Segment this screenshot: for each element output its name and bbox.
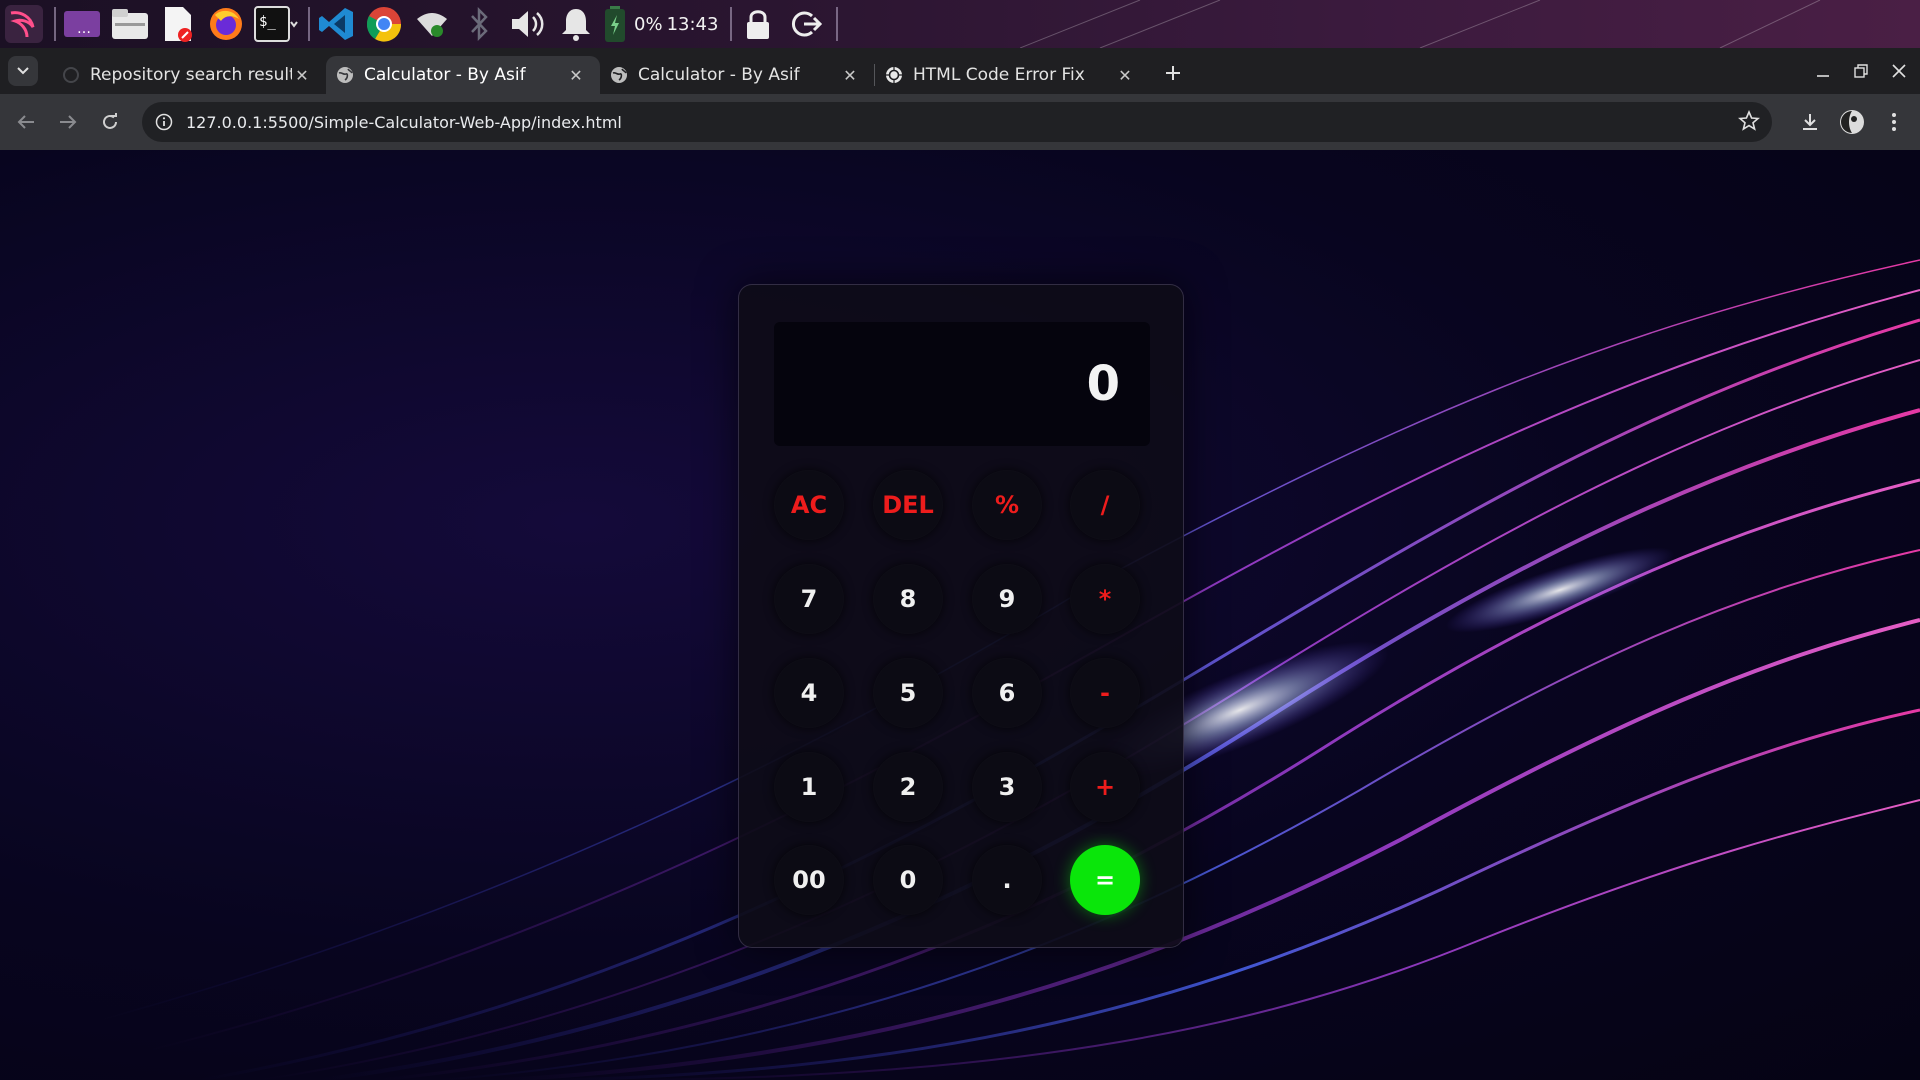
arrow-left-icon: [17, 115, 34, 129]
taskbar-separator: [836, 7, 839, 41]
kali-menu-icon[interactable]: [2, 2, 46, 46]
star-icon: [1738, 109, 1760, 131]
double-zero-button[interactable]: 00: [774, 845, 844, 915]
profile-button[interactable]: [1832, 102, 1872, 142]
text-editor-icon[interactable]: [156, 2, 200, 46]
reload-button[interactable]: [90, 102, 130, 142]
svg-text:$_: $_: [259, 14, 276, 30]
close-icon: [1892, 64, 1906, 78]
logout-icon[interactable]: [784, 2, 828, 46]
browser-toolbar: 127.0.0.1:5500/Simple-Calculator-Web-App…: [0, 94, 1920, 150]
digit-0-button[interactable]: 0: [873, 845, 943, 915]
tab-title: Repository search results: [90, 65, 292, 85]
digit-9-button[interactable]: 9: [972, 564, 1042, 634]
back-button[interactable]: [6, 102, 46, 142]
digit-6-button[interactable]: 6: [972, 658, 1042, 728]
bluetooth-icon[interactable]: [458, 2, 502, 46]
download-icon: [1803, 114, 1817, 130]
decimal-button[interactable]: .: [972, 845, 1042, 915]
chevron-down-icon: [17, 67, 29, 75]
subtract-button[interactable]: -: [1070, 658, 1140, 728]
tab-calculator-active[interactable]: Calculator - By Asif ✕: [326, 56, 600, 94]
url-text[interactable]: 127.0.0.1:5500/Simple-Calculator-Web-App…: [186, 113, 622, 132]
taskbar-separator: [308, 7, 310, 41]
tab-search-button[interactable]: [8, 56, 38, 86]
wifi-icon[interactable]: [410, 2, 454, 46]
taskbar-separator: [54, 7, 56, 41]
firefox-icon[interactable]: [204, 2, 248, 46]
system-taskbar: … $_ 0% 13:43: [0, 0, 1920, 48]
tab-repository-search[interactable]: Repository search results ✕: [52, 56, 326, 94]
clear-all-button[interactable]: AC: [774, 470, 844, 540]
avatar: [1840, 110, 1864, 134]
tab-html-code-error-fix[interactable]: HTML Code Error Fix ✕: [875, 56, 1149, 94]
lock-screen-icon[interactable]: [736, 2, 780, 46]
close-tab-icon[interactable]: ✕: [840, 65, 860, 85]
forward-button[interactable]: [48, 102, 88, 142]
minimize-window-button[interactable]: [1804, 48, 1842, 94]
address-bar[interactable]: 127.0.0.1:5500/Simple-Calculator-Web-App…: [142, 102, 1772, 142]
digit-4-button[interactable]: 4: [774, 658, 844, 728]
tab-title: Calculator - By Asif: [364, 65, 526, 85]
arrow-right-icon: [60, 115, 77, 129]
chrome-icon[interactable]: [362, 2, 406, 46]
reload-icon: [103, 113, 117, 129]
tab-title: HTML Code Error Fix: [913, 65, 1085, 85]
calculator: 0 AC DEL % / 7 8 9 * 4 5 6 - 1 2 3 + 00 …: [738, 284, 1184, 948]
delete-button[interactable]: DEL: [873, 470, 943, 540]
globe-icon: [611, 67, 627, 83]
digit-2-button[interactable]: 2: [873, 752, 943, 822]
digit-1-button[interactable]: 1: [774, 752, 844, 822]
add-button[interactable]: +: [1070, 752, 1140, 822]
downloads-button[interactable]: [1790, 102, 1830, 142]
browser-tab-strip: Repository search results ✕ Calculator -…: [0, 48, 1920, 94]
close-tab-icon[interactable]: ✕: [1115, 65, 1135, 85]
terminal-icon[interactable]: $_: [252, 2, 300, 46]
site-info-button[interactable]: [146, 113, 182, 131]
taskbar-wallpaper-stripes: [1020, 0, 1821, 48]
close-tab-icon[interactable]: ✕: [566, 65, 586, 85]
close-window-button[interactable]: [1880, 48, 1918, 94]
new-tab-button[interactable]: [1157, 57, 1189, 89]
browser-menu-button[interactable]: [1874, 102, 1914, 142]
page-viewport: 0 AC DEL % / 7 8 9 * 4 5 6 - 1 2 3 + 00 …: [0, 150, 1920, 1080]
openai-icon: [886, 67, 902, 83]
globe-icon: [337, 67, 353, 83]
multiply-button[interactable]: *: [1070, 564, 1140, 634]
display-value: 0: [1086, 356, 1120, 412]
digit-5-button[interactable]: 5: [873, 658, 943, 728]
vscode-icon[interactable]: [314, 2, 358, 46]
tab-title: Calculator - By Asif: [638, 65, 800, 85]
info-icon: [155, 113, 173, 131]
tab-calculator[interactable]: Calculator - By Asif ✕: [600, 56, 874, 94]
workspace-icon[interactable]: …: [60, 2, 104, 46]
digit-8-button[interactable]: 8: [873, 564, 943, 634]
battery-icon[interactable]: [602, 2, 628, 46]
loading-spinner-icon: [63, 67, 79, 83]
svg-text:…: …: [77, 21, 91, 37]
percent-button[interactable]: %: [972, 470, 1042, 540]
minimize-icon: [1817, 75, 1829, 77]
divide-button[interactable]: /: [1070, 470, 1140, 540]
close-tab-icon[interactable]: ✕: [292, 65, 312, 85]
taskbar-separator: [730, 7, 733, 41]
notification-bell-icon[interactable]: [554, 2, 598, 46]
plus-icon: [1166, 66, 1180, 80]
calculator-display: 0: [774, 322, 1150, 446]
equals-button[interactable]: =: [1070, 845, 1140, 915]
restore-window-button[interactable]: [1842, 48, 1880, 94]
clock[interactable]: 13:43: [667, 14, 719, 35]
kebab-menu-icon: [1892, 113, 1896, 131]
volume-icon[interactable]: [506, 2, 550, 46]
digit-3-button[interactable]: 3: [972, 752, 1042, 822]
restore-icon: [1854, 64, 1868, 78]
file-manager-icon[interactable]: [108, 2, 152, 46]
bookmark-button[interactable]: [1738, 109, 1760, 136]
digit-7-button[interactable]: 7: [774, 564, 844, 634]
battery-percent: 0%: [634, 13, 663, 35]
